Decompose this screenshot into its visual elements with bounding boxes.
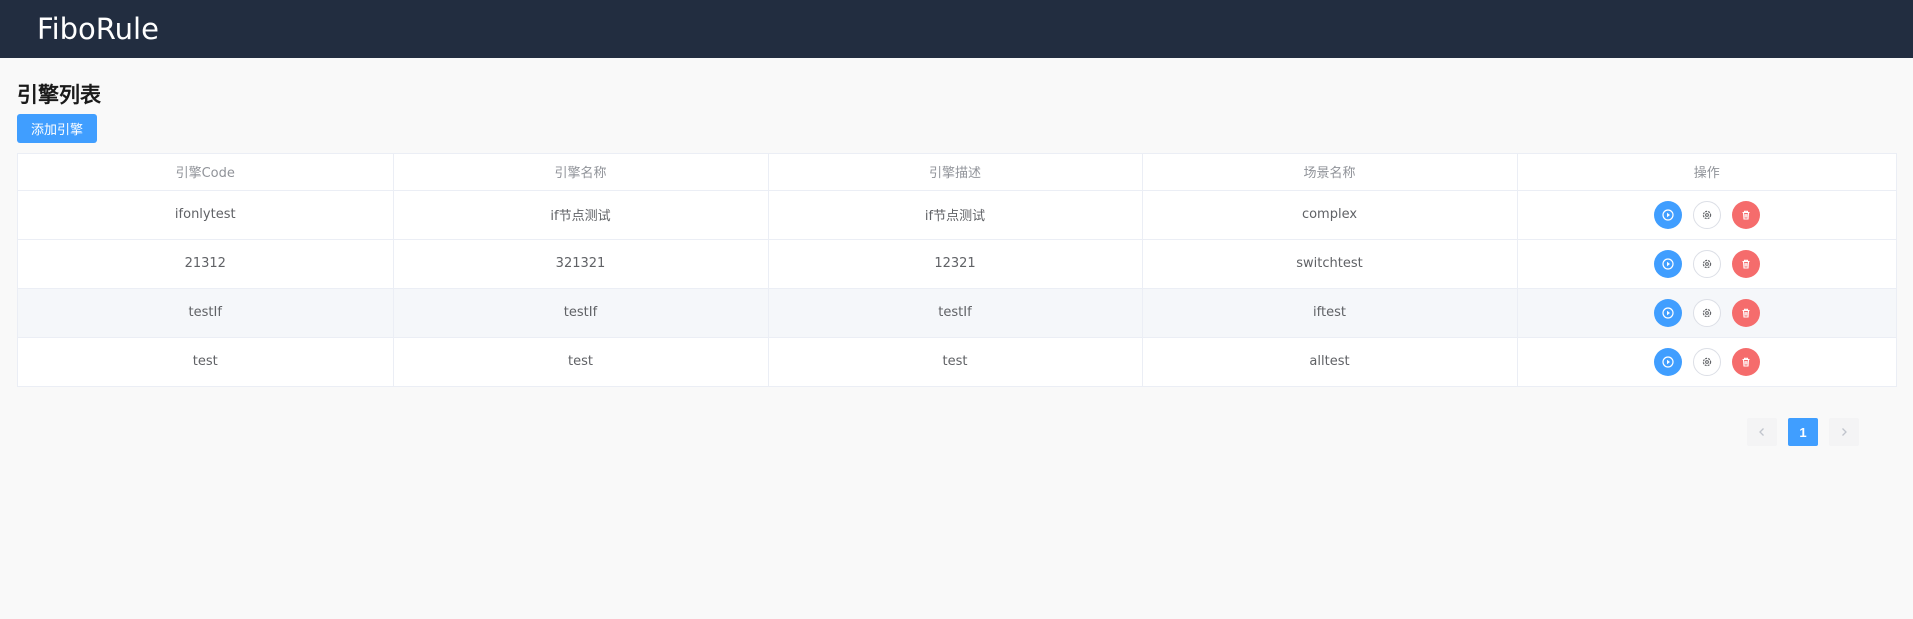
page-title: 引擎列表 — [17, 83, 101, 107]
add-engine-button[interactable]: 添加引擎 — [17, 114, 97, 143]
config-button[interactable] — [1692, 347, 1721, 376]
cell-actions — [1517, 337, 1896, 386]
cell-scene: alltest — [1142, 337, 1518, 386]
trash-icon — [1742, 210, 1750, 220]
cell-name: 321321 — [393, 239, 769, 289]
pagination: 1 — [1747, 418, 1859, 446]
cell-description: testIf — [768, 288, 1143, 338]
cell-code: testIf — [18, 288, 394, 338]
next-page-button[interactable] — [1829, 418, 1859, 446]
app-brand[interactable]: FiboRule — [37, 12, 159, 46]
gear-icon — [1702, 259, 1711, 268]
play-icon — [1662, 356, 1674, 368]
table-row: ifonlytest if节点测试 if节点测试 complex — [18, 190, 1896, 240]
prev-page-button[interactable] — [1747, 418, 1777, 446]
cell-scene: switchtest — [1142, 239, 1518, 289]
play-icon — [1662, 208, 1674, 221]
column-header-name: 引擎名称 — [393, 154, 769, 191]
cell-name: testIf — [393, 288, 769, 338]
config-button[interactable] — [1692, 200, 1721, 229]
table-row: test test test alltest — [18, 337, 1896, 386]
table-row: 21312 321321 12321 switchtest — [18, 239, 1896, 289]
run-button[interactable] — [1653, 200, 1682, 229]
run-button[interactable] — [1653, 347, 1682, 376]
delete-button[interactable] — [1731, 200, 1760, 229]
config-button[interactable] — [1692, 249, 1721, 278]
cell-actions — [1517, 190, 1896, 240]
trash-icon — [1742, 308, 1750, 318]
gear-icon — [1702, 308, 1711, 317]
cell-description: test — [768, 337, 1143, 386]
config-button[interactable] — [1692, 298, 1721, 327]
trash-icon — [1742, 259, 1750, 269]
chevron-left-icon — [1759, 428, 1764, 436]
play-icon — [1662, 306, 1674, 319]
cell-code: 21312 — [18, 239, 394, 289]
cell-scene: complex — [1142, 190, 1518, 240]
gear-icon — [1702, 357, 1711, 366]
cell-name: if节点测试 — [393, 190, 769, 240]
trash-icon — [1742, 357, 1750, 367]
column-header-code: 引擎Code — [18, 154, 394, 191]
cell-code: test — [18, 337, 394, 386]
column-header-actions: 操作 — [1517, 154, 1896, 191]
delete-button[interactable] — [1731, 347, 1760, 376]
cell-actions — [1517, 239, 1896, 289]
cell-code: ifonlytest — [18, 190, 394, 240]
play-icon — [1662, 257, 1674, 270]
column-header-scene: 场景名称 — [1142, 154, 1518, 191]
engine-table: 引擎Code 引擎名称 引擎描述 场景名称 操作 ifonlytest if节点… — [17, 153, 1897, 387]
cell-name: test — [393, 337, 769, 386]
cell-description: 12321 — [768, 239, 1143, 289]
delete-button[interactable] — [1731, 249, 1760, 278]
delete-button[interactable] — [1731, 298, 1760, 327]
table-header-row: 引擎Code 引擎名称 引擎描述 场景名称 操作 — [18, 154, 1896, 191]
run-button[interactable] — [1653, 298, 1682, 327]
cell-actions — [1517, 288, 1896, 338]
cell-description: if节点测试 — [768, 190, 1143, 240]
gear-icon — [1702, 210, 1711, 219]
page-number-current[interactable]: 1 — [1788, 418, 1818, 446]
chevron-right-icon — [1842, 428, 1847, 436]
top-header: FiboRule — [0, 0, 1913, 58]
column-header-description: 引擎描述 — [768, 154, 1143, 191]
cell-scene: iftest — [1142, 288, 1518, 338]
table-row: testIf testIf testIf iftest — [18, 288, 1896, 338]
run-button[interactable] — [1653, 249, 1682, 278]
